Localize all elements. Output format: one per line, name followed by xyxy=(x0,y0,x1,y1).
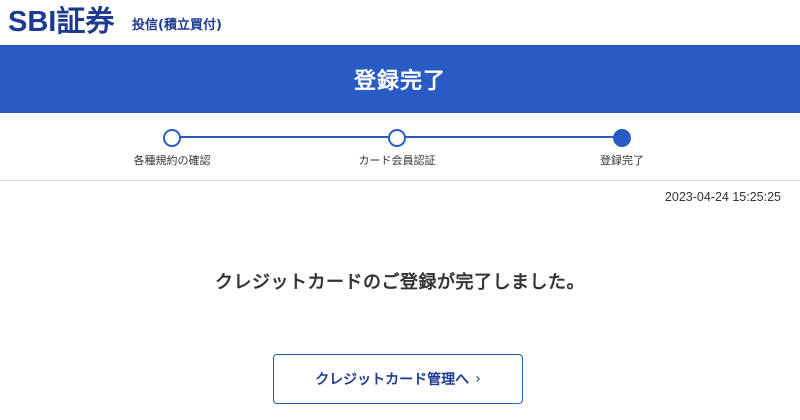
credit-card-management-button[interactable]: クレジットカード管理へ › xyxy=(273,354,523,404)
completion-message: クレジットカードのご登録が完了しました。 xyxy=(215,272,585,293)
step-3-label: 登録完了 xyxy=(600,154,644,167)
credit-card-management-button-label: クレジットカード管理へ xyxy=(315,372,470,388)
step-1-dot-icon xyxy=(163,129,181,147)
step-3-dot-icon xyxy=(613,129,631,147)
page: SBI証券 投信(積立買付) 登録完了 各種規約の確認 カード会員認証 登録完了… xyxy=(0,0,800,420)
step-2-label: カード会員認証 xyxy=(358,154,436,167)
step-1-label: 各種規約の確認 xyxy=(133,154,211,167)
step-2-dot-icon xyxy=(388,129,406,147)
step-connector-1 xyxy=(172,136,397,138)
timestamp: 2023-04-24 15:25:25 xyxy=(664,190,781,204)
service-name: 投信(積立買付) xyxy=(132,18,222,33)
title-band: 登録完了 xyxy=(0,45,800,113)
brand-header: SBI証券 投信(積立買付) xyxy=(0,0,800,44)
sbi-logo[interactable]: SBI証券 xyxy=(8,4,114,40)
chevron-right-icon: › xyxy=(475,371,481,387)
step-connector-2 xyxy=(397,136,622,138)
progress-stepper: 各種規約の確認 カード会員認証 登録完了 xyxy=(0,114,800,181)
page-title: 登録完了 xyxy=(353,69,446,94)
